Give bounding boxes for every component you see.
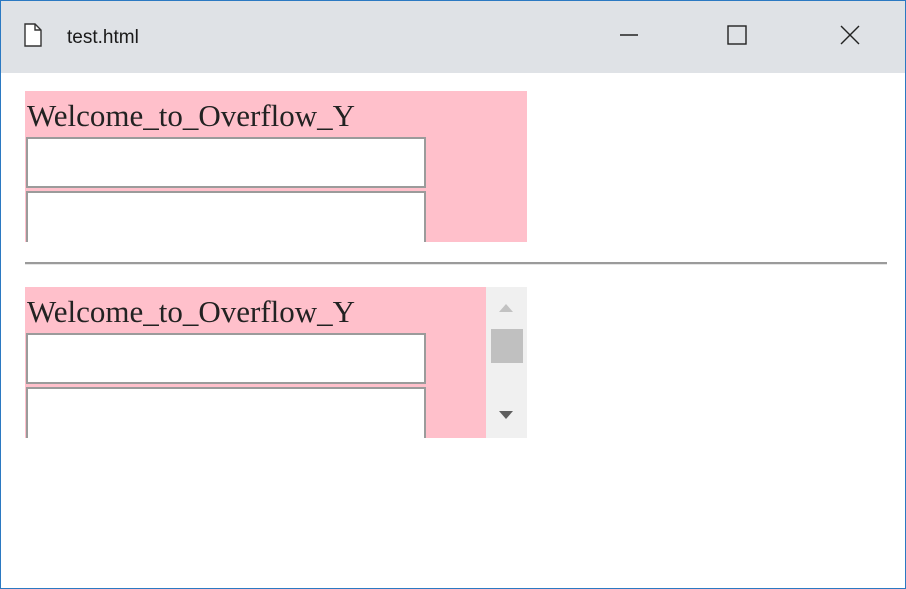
maximize-icon bbox=[726, 24, 748, 51]
horizontal-rule bbox=[25, 262, 887, 265]
browser-window: test.html Welcome_to_Overflow_Y Welcome_… bbox=[0, 0, 906, 589]
scroll-up-arrow-icon[interactable] bbox=[499, 304, 513, 312]
box-label: Welcome_to_Overflow_Y bbox=[27, 294, 356, 329]
text-input-4[interactable] bbox=[26, 387, 426, 438]
scroll-down-arrow-icon[interactable] bbox=[499, 411, 513, 419]
overflow-box-2[interactable]: Welcome_to_Overflow_Y bbox=[25, 287, 486, 438]
maximize-button[interactable] bbox=[717, 19, 757, 55]
minimize-button[interactable] bbox=[609, 19, 649, 55]
document-icon bbox=[24, 23, 42, 47]
overflow-box-1: Welcome_to_Overflow_Y bbox=[25, 91, 527, 242]
close-icon bbox=[839, 24, 861, 51]
scroll-thumb[interactable] bbox=[491, 329, 523, 363]
text-input-1[interactable] bbox=[26, 137, 426, 188]
vertical-scrollbar[interactable] bbox=[486, 287, 527, 438]
box-label: Welcome_to_Overflow_Y bbox=[27, 98, 356, 133]
minimize-icon bbox=[618, 24, 640, 51]
page-content: Welcome_to_Overflow_Y Welcome_to_Overflo… bbox=[1, 73, 905, 588]
title-bar: test.html bbox=[1, 1, 905, 73]
close-button[interactable] bbox=[830, 19, 870, 55]
window-title: test.html bbox=[67, 27, 139, 48]
text-input-3[interactable] bbox=[26, 333, 426, 384]
text-input-2[interactable] bbox=[26, 191, 426, 242]
